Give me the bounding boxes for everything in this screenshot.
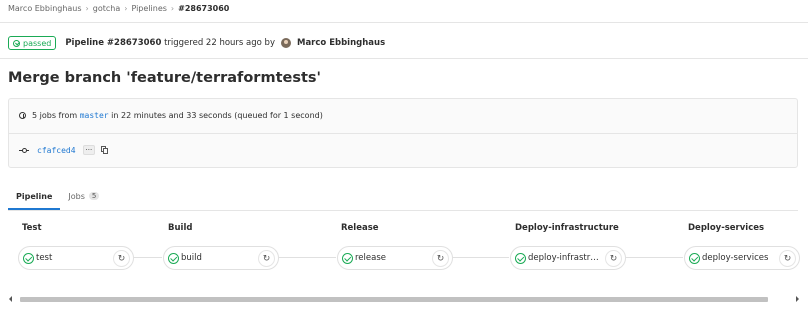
check-circle-icon xyxy=(23,252,34,264)
check-circle-icon xyxy=(515,252,526,264)
breadcrumb-separator: › xyxy=(170,4,175,13)
divider xyxy=(9,133,797,134)
branch-link[interactable]: master xyxy=(80,111,109,120)
job-name: release xyxy=(355,253,386,263)
page-title: Merge branch 'feature/terraformtests' xyxy=(8,70,321,86)
stage-connector xyxy=(452,257,509,258)
job-deploy-services[interactable]: deploy-services ↻ xyxy=(684,246,800,270)
stage-connector xyxy=(626,257,683,258)
stage-connector xyxy=(134,257,162,258)
jobs-prefix: 5 jobs from xyxy=(32,111,78,120)
stage-header-release: Release xyxy=(341,223,379,233)
job-name: build xyxy=(181,253,202,263)
check-circle-icon xyxy=(689,252,700,264)
jobs-summary: 5 jobs from master in 22 minutes and 33 … xyxy=(19,111,323,120)
check-circle-icon xyxy=(342,252,353,264)
job-test[interactable]: test ↻ xyxy=(18,246,134,270)
retry-icon[interactable]: ↻ xyxy=(605,250,622,267)
breadcrumb-item-current[interactable]: #28673060 xyxy=(178,4,229,13)
commit-row: cfafced4 ··· xyxy=(19,145,109,155)
stage-connector xyxy=(279,257,336,258)
expand-commit-button[interactable]: ··· xyxy=(82,145,96,155)
check-circle-icon xyxy=(168,252,179,264)
horizontal-scrollbar[interactable] xyxy=(8,296,800,302)
scrollbar-thumb[interactable] xyxy=(20,297,768,302)
breadcrumb-item-pipelines[interactable]: Pipelines xyxy=(131,4,166,13)
jobs-count-badge: 5 xyxy=(88,192,100,200)
job-name: deploy-services xyxy=(702,253,769,263)
retry-icon[interactable]: ↻ xyxy=(113,250,130,267)
retry-icon[interactable]: ↻ xyxy=(432,250,449,267)
pipeline-tabs: Pipeline Jobs 5 xyxy=(8,184,107,210)
pipeline-header: passed Pipeline #28673060 triggered 22 h… xyxy=(8,36,385,50)
scroll-right-arrow-icon[interactable] xyxy=(796,296,799,302)
pipeline-id: Pipeline #28673060 xyxy=(65,38,162,48)
clock-icon xyxy=(19,112,26,119)
stage-header-deploy-services: Deploy-services xyxy=(688,223,765,233)
breadcrumb-separator: › xyxy=(124,4,128,13)
scroll-left-arrow-icon[interactable] xyxy=(9,296,12,302)
status-badge-label: passed xyxy=(23,38,52,48)
pipeline-info-box: 5 jobs from master in 22 minutes and 33 … xyxy=(8,98,798,168)
breadcrumb-item-project[interactable]: gotcha xyxy=(93,4,120,13)
breadcrumb: Marco Ebbinghaus › gotcha › Pipelines › #28673… xyxy=(8,4,229,13)
tab-label: Pipeline xyxy=(16,191,53,201)
job-release[interactable]: release ↻ xyxy=(337,246,453,270)
divider xyxy=(0,58,808,59)
retry-icon[interactable]: ↻ xyxy=(779,250,796,267)
stage-header-test: Test xyxy=(22,223,42,233)
job-deploy-infrastructure[interactable]: deploy-infrastr… ↻ xyxy=(510,246,626,270)
commit-sha-link[interactable]: cfafced4 xyxy=(37,146,76,155)
breadcrumb-separator: › xyxy=(85,4,89,13)
avatar[interactable] xyxy=(280,38,291,48)
check-circle-icon xyxy=(13,39,20,47)
jobs-suffix: in 22 minutes and 33 seconds (queued for… xyxy=(111,111,323,120)
divider xyxy=(8,210,798,211)
retry-icon[interactable]: ↻ xyxy=(258,250,275,267)
stage-header-build: Build xyxy=(168,223,193,233)
commit-icon xyxy=(19,146,29,154)
stage-header-deploy-infrastructure: Deploy-infrastructure xyxy=(515,223,619,233)
divider xyxy=(0,22,808,23)
triggered-text: triggered 22 hours ago by xyxy=(164,38,275,48)
tab-pipeline[interactable]: Pipeline xyxy=(8,184,61,210)
tab-label: Jobs xyxy=(68,191,85,201)
job-name: deploy-infrastr… xyxy=(528,253,599,263)
copy-icon[interactable] xyxy=(101,146,109,154)
job-name: test xyxy=(36,253,53,263)
tab-jobs[interactable]: Jobs 5 xyxy=(60,184,107,208)
breadcrumb-item-user[interactable]: Marco Ebbinghaus xyxy=(8,4,82,13)
author-link[interactable]: Marco Ebbinghaus xyxy=(297,38,385,48)
job-build[interactable]: build ↻ xyxy=(163,246,279,270)
status-badge[interactable]: passed xyxy=(8,36,57,50)
